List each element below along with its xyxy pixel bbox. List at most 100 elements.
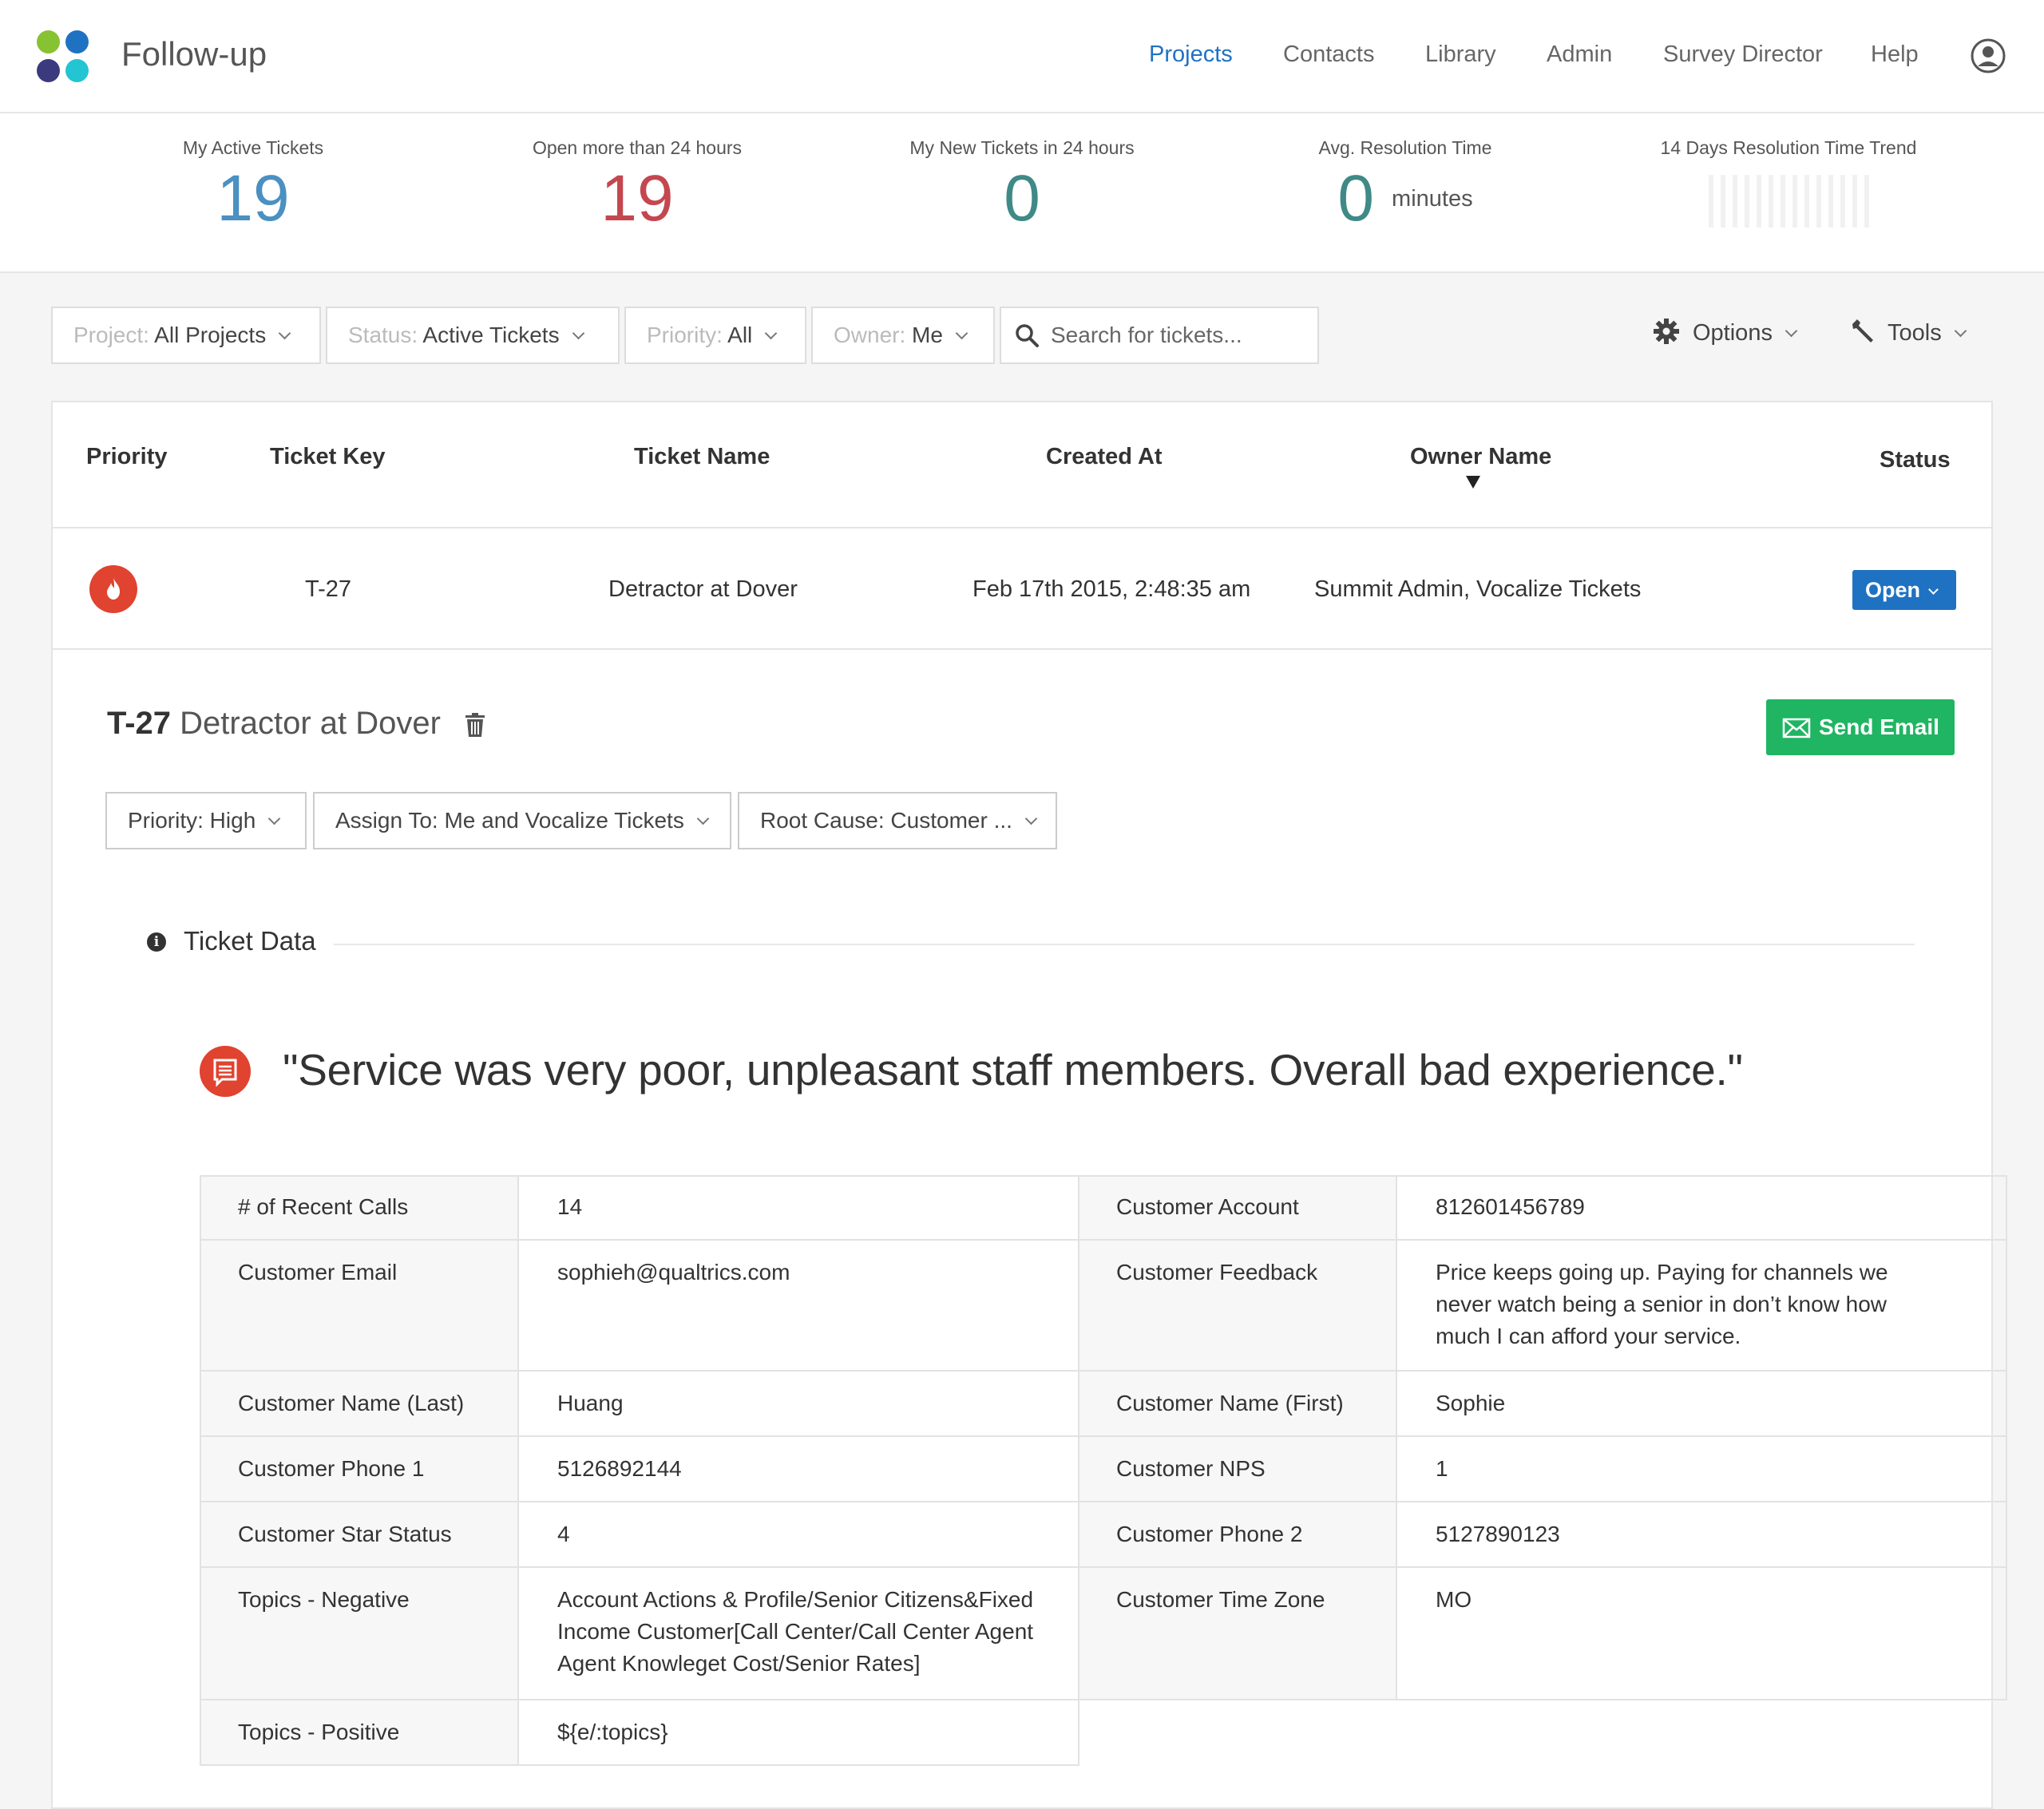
send-email-label: Send Email	[1819, 714, 1939, 739]
ticket-detail-name: Detractor at Dover	[180, 706, 441, 741]
nav-library[interactable]: Library	[1425, 42, 1496, 68]
field-value: Huang	[557, 1391, 624, 1415]
ticket-search[interactable]	[1000, 307, 1319, 364]
field-value: ${e/:topics}	[557, 1720, 668, 1744]
column-owner-name[interactable]: Owner Name	[1410, 444, 1551, 470]
options-button[interactable]: Options	[1653, 318, 1798, 346]
project-filter[interactable]: Project: All Projects	[51, 307, 321, 364]
status-dropdown[interactable]: Open	[1852, 570, 1956, 610]
ticket-data-heading: Ticket Data	[184, 926, 316, 956]
nav-contacts[interactable]: Contacts	[1283, 42, 1374, 68]
ticket-detail-key: T-27	[107, 706, 172, 741]
dropdown-label: Assign To: Me and Vocalize Tickets	[335, 808, 684, 833]
metric-value: 0 minutes	[1293, 162, 1517, 236]
metric-value: 0	[1004, 162, 1040, 235]
chevron-down-icon	[1785, 324, 1798, 338]
search-icon	[1016, 324, 1039, 347]
metric-label: My New Tickets in 24 hours	[909, 137, 1135, 158]
section-divider	[334, 944, 1915, 945]
dropdown-label: Root Cause: Customer ...	[760, 808, 1012, 833]
chevron-down-icon	[1954, 324, 1967, 338]
metrics-bar: My Active Tickets 19 Open more than 24 h…	[0, 113, 2044, 273]
comment-icon	[200, 1046, 251, 1097]
search-input[interactable]	[1049, 318, 1305, 353]
tools-button[interactable]: Tools	[1849, 318, 1967, 346]
chevron-down-icon	[267, 812, 281, 825]
wrench-icon	[1852, 319, 1873, 342]
status-label: Open	[1865, 578, 1921, 602]
status-filter[interactable]: Status: Active Tickets	[326, 307, 620, 364]
metric-value: 19	[216, 162, 290, 235]
table-header: Priority Ticket Key Ticket Name Created …	[53, 402, 1991, 528]
field-value: 812601456789	[1436, 1194, 1585, 1219]
field-value: 4	[557, 1522, 570, 1546]
tickets-table: Priority Ticket Key Ticket Name Created …	[51, 401, 2007, 1809]
nav-admin[interactable]: Admin	[1547, 42, 1612, 68]
envelope-icon	[1782, 718, 1811, 738]
field-label: Customer Star Status	[238, 1522, 452, 1546]
app-brand: Follow-up	[121, 35, 267, 73]
field-value: 5126892144	[557, 1456, 682, 1481]
send-email-button[interactable]: Send Email	[1766, 699, 1955, 755]
owner-filter[interactable]: Owner: Me	[811, 307, 995, 364]
filter-key: Owner:	[834, 323, 906, 347]
trend-sparkline	[1645, 175, 1932, 228]
dropdown-label: Priority: High	[128, 808, 256, 833]
root-cause-dropdown[interactable]: Root Cause: Customer ...	[738, 792, 1057, 849]
field-label: Customer Feedback	[1116, 1260, 1318, 1285]
tools-label: Tools	[1888, 320, 1942, 346]
assign-to-dropdown[interactable]: Assign To: Me and Vocalize Tickets	[313, 792, 731, 849]
column-priority[interactable]: Priority	[86, 444, 168, 470]
column-ticket-name[interactable]: Ticket Name	[634, 444, 770, 470]
chevron-down-icon	[1024, 812, 1038, 825]
chevron-down-icon	[1928, 584, 1939, 595]
filter-value: All	[727, 323, 753, 347]
field-value: sophieh@qualtrics.com	[557, 1260, 790, 1285]
column-status[interactable]: Status	[1880, 447, 1951, 473]
metric-label: Open more than 24 hours	[532, 137, 743, 158]
priority-dropdown[interactable]: Priority: High	[105, 792, 307, 849]
field-label: Customer Account	[1116, 1194, 1299, 1219]
metric-label: Avg. Resolution Time	[1318, 137, 1492, 158]
column-ticket-key[interactable]: Ticket Key	[270, 444, 386, 470]
field-value: Account Actions & Profile/Senior Citizen…	[557, 1587, 1034, 1676]
ticket-key-cell[interactable]: T-27	[305, 576, 351, 603]
field-label: Customer Time Zone	[1116, 1587, 1325, 1612]
table-row[interactable]: T-27 Detractor at Dover Feb 17th 2015, 2…	[53, 528, 1991, 650]
priority-filter[interactable]: Priority: All	[624, 307, 806, 364]
metric-new-24h: My New Tickets in 24 hours 0	[894, 137, 1150, 236]
column-created-at[interactable]: Created At	[1046, 444, 1163, 470]
feedback-quote: "Service was very poor, unpleasant staff…	[283, 1045, 1743, 1095]
filter-value: All Projects	[154, 323, 267, 347]
chevron-down-icon	[278, 327, 291, 340]
field-value: 5127890123	[1436, 1522, 1560, 1546]
filter-value: Me	[912, 323, 943, 347]
user-account-icon[interactable]	[1970, 38, 2006, 78]
app-logo[interactable]	[37, 30, 91, 85]
metric-value: 19	[600, 162, 674, 235]
owner-name-cell: Summit Admin, Vocalize Tickets	[1314, 576, 1642, 602]
filter-key: Priority:	[647, 323, 723, 347]
created-at-cell: Feb 17th 2015, 2:48:35 am	[972, 576, 1251, 602]
field-label: Topics - Positive	[238, 1720, 400, 1744]
metric-label: 14 Days Resolution Time Trend	[1660, 137, 1917, 158]
field-label: Customer Phone 2	[1116, 1522, 1303, 1546]
options-label: Options	[1693, 320, 1773, 346]
info-icon: i	[147, 932, 166, 952]
filter-key: Status:	[348, 323, 418, 347]
trash-icon[interactable]	[465, 712, 485, 742]
field-label: Customer Name (Last)	[238, 1391, 465, 1415]
metric-avg-resolution: Avg. Resolution Time 0 minutes	[1293, 137, 1517, 236]
top-navigation: Follow-up Projects Contacts Library Admi…	[0, 0, 2044, 113]
ticket-name-cell[interactable]: Detractor at Dover	[608, 576, 798, 603]
field-value: MO	[1436, 1587, 1472, 1612]
field-value: 14	[557, 1194, 583, 1219]
metric-number: 0	[1337, 162, 1375, 235]
field-label: # of Recent Calls	[238, 1194, 409, 1219]
nav-projects[interactable]: Projects	[1149, 42, 1233, 68]
metric-label: My Active Tickets	[182, 137, 324, 158]
nav-help[interactable]: Help	[1871, 42, 1919, 68]
chevron-down-icon	[955, 327, 969, 340]
metric-open-24h: Open more than 24 hours 19	[517, 137, 757, 236]
nav-survey-director[interactable]: Survey Director	[1663, 42, 1823, 68]
